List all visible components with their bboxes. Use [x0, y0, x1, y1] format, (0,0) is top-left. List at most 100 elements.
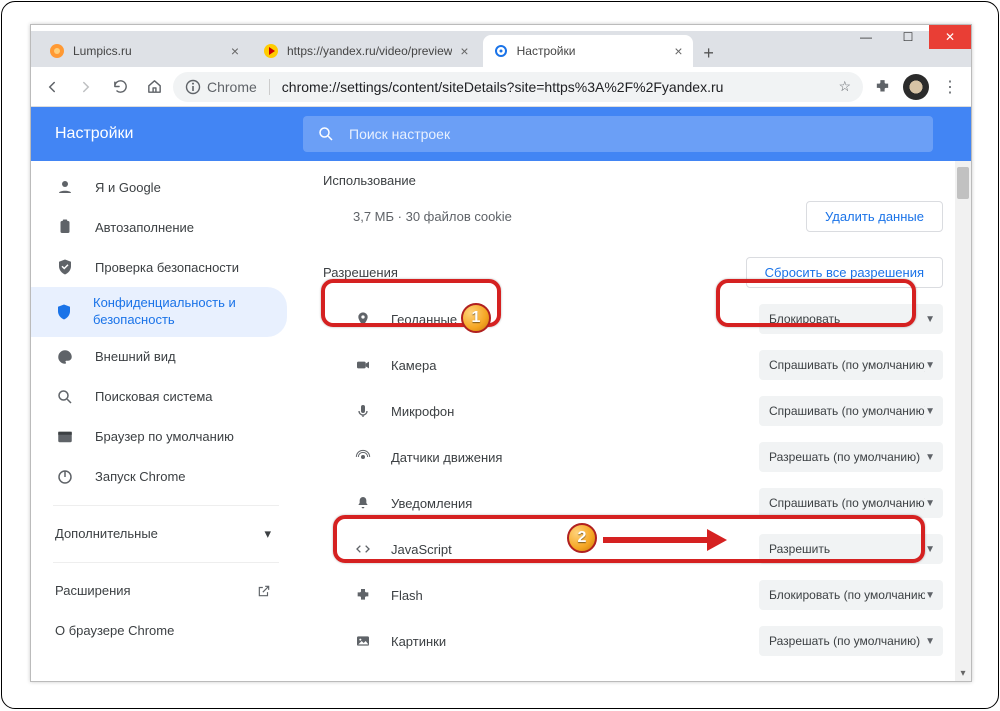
- perm-dropdown-mic[interactable]: Спрашивать (по умолчанию)▼: [759, 396, 943, 426]
- sidebar-item-autofill[interactable]: Автозаполнение: [31, 207, 287, 247]
- camera-icon: [353, 355, 373, 375]
- sidebar-about[interactable]: О браузере Chrome: [31, 611, 301, 651]
- close-tab-icon[interactable]: ×: [223, 43, 239, 59]
- scrollbar[interactable]: ▴ ▾: [955, 161, 971, 681]
- browser-icon: [55, 427, 75, 447]
- chevron-down-icon: ▼: [925, 544, 935, 555]
- omnibox-divider: [269, 79, 270, 95]
- perm-name: Уведомления: [391, 496, 759, 511]
- profile-avatar[interactable]: [901, 72, 931, 102]
- chevron-down-icon: ▼: [925, 360, 935, 371]
- sidebar-label: Дополнительные: [55, 526, 158, 541]
- perm-dropdown-notifications[interactable]: Спрашивать (по умолчанию)▼: [759, 488, 943, 518]
- sidebar-item-privacy[interactable]: Конфиденциальность и безопасность: [31, 287, 287, 337]
- site-info-icon[interactable]: [185, 79, 201, 95]
- bell-icon: [353, 493, 373, 513]
- close-tab-icon[interactable]: ×: [666, 43, 682, 59]
- scroll-down-icon[interactable]: ▾: [955, 665, 971, 681]
- minimize-button[interactable]: —: [845, 25, 887, 49]
- plugin-icon: [353, 585, 373, 605]
- menu-button[interactable]: ⋮: [935, 72, 965, 102]
- lumpics-favicon-icon: [49, 43, 65, 59]
- settings-sidebar: Я и Google Автозаполнение Проверка безоп…: [31, 161, 301, 681]
- perm-row-location: Геоданные Блокировать▼: [315, 296, 943, 342]
- settings-favicon-icon: [493, 43, 509, 59]
- search-icon: [317, 125, 335, 143]
- perm-dropdown-camera[interactable]: Спрашивать (по умолчанию)▼: [759, 350, 943, 380]
- sidebar-label: Поисковая система: [95, 389, 213, 404]
- bookmark-star-icon[interactable]: ☆: [838, 78, 851, 95]
- permissions-title: Разрешения: [323, 265, 746, 280]
- perm-row-notifications: Уведомления Спрашивать (по умолчанию)▼: [315, 480, 943, 526]
- sidebar-extensions[interactable]: Расширения: [31, 571, 301, 611]
- sidebar-label: Браузер по умолчанию: [95, 429, 234, 444]
- permissions-header: Разрешения Сбросить все разрешения: [315, 248, 943, 296]
- window-controls: — ☐ ✕: [845, 25, 971, 49]
- sidebar-item-startup[interactable]: Запуск Chrome: [31, 457, 287, 497]
- perm-name: Геоданные: [391, 312, 759, 327]
- tab-strip: Lumpics.ru × https://yandex.ru/video/pre…: [31, 31, 971, 67]
- sidebar-item-safety[interactable]: Проверка безопасности: [31, 247, 287, 287]
- browser-toolbar: Chrome chrome://settings/content/siteDet…: [31, 67, 971, 107]
- annotation-arrow-icon: [599, 525, 729, 555]
- perm-dropdown-flash[interactable]: Блокировать (по умолчанию)▼: [759, 580, 943, 610]
- perm-dropdown-sensors[interactable]: Разрешать (по умолчанию)▼: [759, 442, 943, 472]
- settings-header-title: Настройки: [55, 125, 303, 143]
- sidebar-label: Конфиденциальность и безопасность: [93, 295, 287, 329]
- chevron-down-icon: ▼: [925, 406, 935, 417]
- reset-permissions-button[interactable]: Сбросить все разрешения: [746, 257, 943, 288]
- extensions-button[interactable]: [867, 72, 897, 102]
- omnibox-url: chrome://settings/content/siteDetails?si…: [282, 79, 833, 95]
- settings-search[interactable]: [303, 116, 933, 152]
- perm-name: Flash: [391, 588, 759, 603]
- perm-row-images: Картинки Разрешать (по умолчанию)▼: [315, 618, 943, 664]
- close-window-button[interactable]: ✕: [929, 25, 971, 49]
- perm-row-sensors: Датчики движения Разрешать (по умолчанию…: [315, 434, 943, 480]
- chevron-down-icon: ▼: [925, 452, 935, 463]
- perm-dropdown-location[interactable]: Блокировать▼: [759, 304, 943, 334]
- back-button[interactable]: [37, 72, 67, 102]
- palette-icon: [55, 347, 75, 367]
- mic-icon: [353, 401, 373, 421]
- sidebar-item-appearance[interactable]: Внешний вид: [31, 337, 287, 377]
- sidebar-item-default-browser[interactable]: Браузер по умолчанию: [31, 417, 287, 457]
- delete-data-button[interactable]: Удалить данные: [806, 201, 943, 232]
- shield-icon: [55, 302, 73, 322]
- tab-label: https://yandex.ru/video/preview: [287, 44, 452, 58]
- usage-text: 3,7 МБ · 30 файлов cookie: [353, 209, 806, 224]
- home-button[interactable]: [139, 72, 169, 102]
- perm-name: Датчики движения: [391, 450, 759, 465]
- tab-settings[interactable]: Настройки ×: [483, 35, 693, 67]
- reload-button[interactable]: [105, 72, 135, 102]
- tab-lumpics[interactable]: Lumpics.ru ×: [39, 35, 249, 67]
- forward-button[interactable]: [71, 72, 101, 102]
- chevron-down-icon: ▼: [925, 314, 935, 325]
- perm-dropdown-javascript[interactable]: Разрешить▼: [759, 534, 943, 564]
- scrollbar-thumb[interactable]: [957, 167, 969, 199]
- sidebar-label: Внешний вид: [95, 349, 176, 364]
- perm-row-flash: Flash Блокировать (по умолчанию)▼: [315, 572, 943, 618]
- power-icon: [55, 467, 75, 487]
- maximize-button[interactable]: ☐: [887, 25, 929, 49]
- perm-name: Картинки: [391, 634, 759, 649]
- perm-dropdown-images[interactable]: Разрешать (по умолчанию)▼: [759, 626, 943, 656]
- sidebar-item-account[interactable]: Я и Google: [31, 167, 287, 207]
- tab-yandex[interactable]: https://yandex.ru/video/preview ×: [253, 35, 479, 67]
- new-tab-button[interactable]: +: [695, 39, 723, 67]
- code-icon: [353, 539, 373, 559]
- annotation-badge-1: 1: [461, 303, 491, 333]
- close-tab-icon[interactable]: ×: [452, 43, 468, 59]
- sidebar-advanced[interactable]: Дополнительные ▾: [31, 514, 301, 554]
- yandex-favicon-icon: [263, 43, 279, 59]
- external-link-icon: [257, 584, 271, 598]
- address-bar[interactable]: Chrome chrome://settings/content/siteDet…: [173, 72, 863, 102]
- sidebar-item-search[interactable]: Поисковая система: [31, 377, 287, 417]
- chevron-down-icon: ▼: [925, 498, 935, 509]
- tab-label: Настройки: [517, 44, 667, 58]
- omnibox-prefix: Chrome: [207, 79, 257, 95]
- perm-row-microphone: Микрофон Спрашивать (по умолчанию)▼: [315, 388, 943, 434]
- settings-search-input[interactable]: [349, 126, 919, 142]
- sidebar-label: О браузере Chrome: [55, 623, 174, 638]
- settings-header: Настройки: [31, 107, 971, 161]
- chevron-down-icon: ▼: [925, 590, 935, 601]
